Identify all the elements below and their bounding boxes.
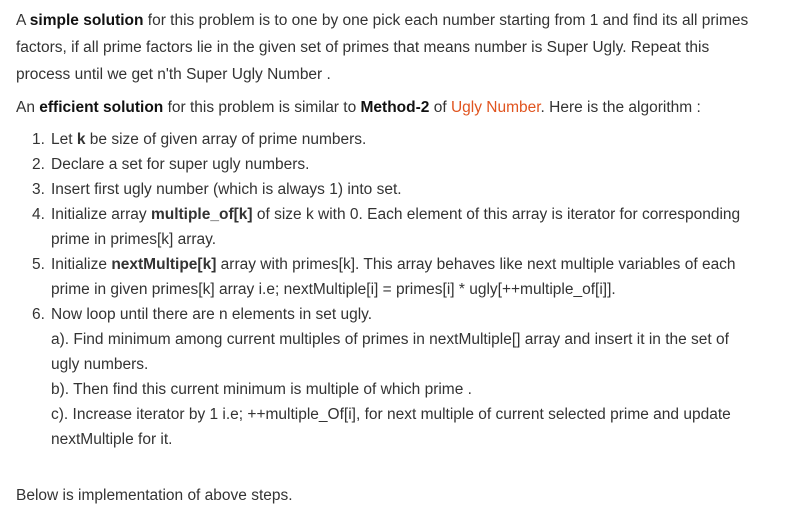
list-item: 1. Let k be size of given array of prime… [32, 127, 782, 152]
substeps: a). Find minimum among current multiples… [51, 327, 782, 452]
list-number: 3. [32, 181, 45, 198]
text: of size k with 0. Each element of this a… [252, 206, 741, 223]
text: for this problem is similar to [163, 99, 361, 116]
list-item: 2. Declare a set for super ugly numbers. [32, 152, 782, 177]
text: Initialize [51, 256, 112, 273]
text: Declare a set for super ugly numbers. [51, 156, 310, 173]
bold-text: multiple_of[k] [150, 206, 253, 223]
bold-text: nextMultipe[k] [111, 256, 217, 273]
list-number: 4. [32, 206, 45, 223]
text: Now loop until there are n elements in s… [51, 306, 373, 323]
text: factors, if all prime factors lie in the… [16, 39, 710, 56]
list-item: 5. Initialize nextMultipe[k] array with … [32, 252, 782, 302]
text: array with primes[k]. This array behaves… [216, 256, 736, 273]
efficient-solution-paragraph: An efficient solution for this problem i… [16, 94, 782, 121]
text: prime in given primes[k] array i.e; next… [51, 281, 616, 298]
list-item: 3. Insert first ugly number (which is al… [32, 177, 782, 202]
substep-a: a). Find minimum among current multiples… [51, 331, 729, 348]
text: Let [51, 131, 77, 148]
text: of [429, 99, 451, 116]
text: prime in primes[k] array. [51, 231, 217, 248]
text: . Here is the algorithm : [540, 99, 701, 116]
ugly-number-link[interactable]: Ugly Number [451, 99, 541, 116]
substep-b: b). Then find this current minimum is mu… [51, 381, 472, 398]
implementation-intro: Below is implementation of above steps. [16, 487, 293, 504]
text: An [16, 99, 40, 116]
text: A [16, 12, 30, 29]
list-item: 4. Initialize array multiple_of[k] of si… [32, 202, 782, 252]
list-number: 6. [32, 306, 45, 323]
list-number: 5. [32, 256, 45, 273]
substep-c: c). Increase iterator by 1 i.e; ++multip… [51, 406, 731, 423]
text: for this problem is to one by one pick e… [143, 12, 749, 29]
text: be size of given array of prime numbers. [85, 131, 367, 148]
text: Initialize array [51, 206, 151, 223]
list-number: 1. [32, 131, 45, 148]
substep-a-cont: ugly numbers. [51, 356, 149, 373]
bold-simple-solution: simple solution [29, 12, 144, 29]
bold-efficient-solution: efficient solution [39, 99, 164, 116]
substep-c-cont: nextMultiple for it. [51, 431, 173, 448]
algorithm-steps-list: 1. Let k be size of given array of prime… [16, 127, 782, 452]
article-content: A simple solution for this problem is to… [0, 0, 798, 524]
list-item: 6. Now loop until there are n elements i… [32, 302, 782, 452]
text: process until we get n'th Super Ugly Num… [16, 66, 331, 83]
text: Insert first ugly number (which is alway… [51, 181, 402, 198]
simple-solution-paragraph: A simple solution for this problem is to… [16, 7, 782, 88]
bold-method-2: Method-2 [360, 99, 430, 116]
list-number: 2. [32, 156, 45, 173]
